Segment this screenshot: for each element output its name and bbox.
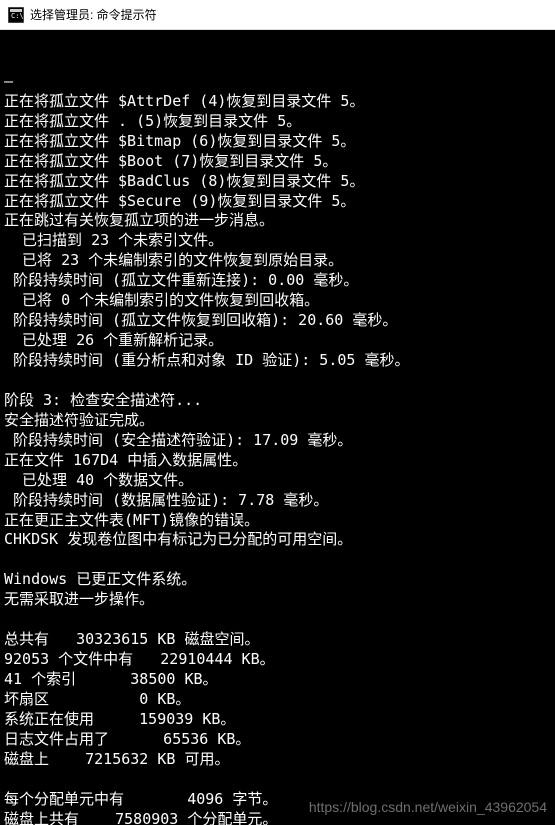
terminal-line: 阶段 3: 检查安全描述符... <box>4 391 551 411</box>
terminal-line: 阶段持续时间 (孤立文件恢复到回收箱): 20.60 毫秒。 <box>4 311 551 331</box>
terminal-line: 已将 0 个未编制索引的文件恢复到回收箱。 <box>4 291 551 311</box>
svg-text:C:\: C:\ <box>11 12 24 20</box>
terminal-window: C:\ 选择管理员: 命令提示符 —正在将孤立文件 $AttrDef (4)恢复… <box>0 0 555 825</box>
terminal-line: 无需采取进一步操作。 <box>4 590 551 610</box>
terminal-line: 正在将孤立文件 $BadClus (8)恢复到目录文件 5。 <box>4 172 551 192</box>
terminal-line: CHKDSK 发现卷位图中有标记为已分配的可用空间。 <box>4 530 551 550</box>
terminal-line: 正在文件 167D4 中插入数据属性。 <box>4 451 551 471</box>
terminal-line: 安全描述符验证完成。 <box>4 411 551 431</box>
terminal-line: 已处理 26 个重新解析记录。 <box>4 331 551 351</box>
terminal-line: 正在将孤立文件 $Secure (9)恢复到目录文件 5。 <box>4 192 551 212</box>
terminal-line: 92053 个文件中有 22910444 KB。 <box>4 650 551 670</box>
terminal-line: 磁盘上 7215632 KB 可用。 <box>4 750 551 770</box>
terminal-line: 阶段持续时间 (重分析点和对象 ID 验证): 5.05 毫秒。 <box>4 351 551 371</box>
cmd-icon: C:\ <box>8 7 24 23</box>
terminal-line <box>4 371 551 391</box>
terminal-line: — <box>4 72 551 92</box>
terminal-line: Windows 已更正文件系统。 <box>4 570 551 590</box>
terminal-line: 正在将孤立文件 . (5)恢复到目录文件 5。 <box>4 112 551 132</box>
terminal-lines: —正在将孤立文件 $AttrDef (4)恢复到目录文件 5。正在将孤立文件 .… <box>4 72 551 825</box>
terminal-line: 阶段持续时间 (孤立文件重新连接): 0.00 毫秒。 <box>4 271 551 291</box>
window-title: 选择管理员: 命令提示符 <box>30 6 157 23</box>
terminal-line: 日志文件占用了 65536 KB。 <box>4 730 551 750</box>
terminal-line: 正在将孤立文件 $Bitmap (6)恢复到目录文件 5。 <box>4 132 551 152</box>
terminal-line: 正在跳过有关恢复孤立项的进一步消息。 <box>4 211 551 231</box>
terminal-line: 正在将孤立文件 $AttrDef (4)恢复到目录文件 5。 <box>4 92 551 112</box>
terminal-line: 已将 23 个未编制索引的文件恢复到原始目录。 <box>4 251 551 271</box>
terminal-line: 正在更正主文件表(MFT)镜像的错误。 <box>4 511 551 531</box>
terminal-line <box>4 610 551 630</box>
terminal-line: 正在将孤立文件 $Boot (7)恢复到目录文件 5。 <box>4 152 551 172</box>
terminal-line: 阶段持续时间 (数据属性验证): 7.78 毫秒。 <box>4 491 551 511</box>
titlebar[interactable]: C:\ 选择管理员: 命令提示符 <box>0 0 555 30</box>
watermark: https://blog.csdn.net/weixin_43962054 <box>309 798 547 817</box>
terminal-line: 坏扇区 0 KB。 <box>4 690 551 710</box>
terminal-line <box>4 550 551 570</box>
terminal-line: 总共有 30323615 KB 磁盘空间。 <box>4 630 551 650</box>
terminal-line: 已处理 40 个数据文件。 <box>4 471 551 491</box>
terminal-line: 阶段持续时间 (安全描述符验证): 17.09 毫秒。 <box>4 431 551 451</box>
terminal-line <box>4 770 551 790</box>
terminal-line: 41 个索引 38500 KB。 <box>4 670 551 690</box>
terminal-line: 已扫描到 23 个未索引文件。 <box>4 231 551 251</box>
terminal-line: 系统正在使用 159039 KB。 <box>4 710 551 730</box>
terminal-output[interactable]: —正在将孤立文件 $AttrDef (4)恢复到目录文件 5。正在将孤立文件 .… <box>0 30 555 825</box>
